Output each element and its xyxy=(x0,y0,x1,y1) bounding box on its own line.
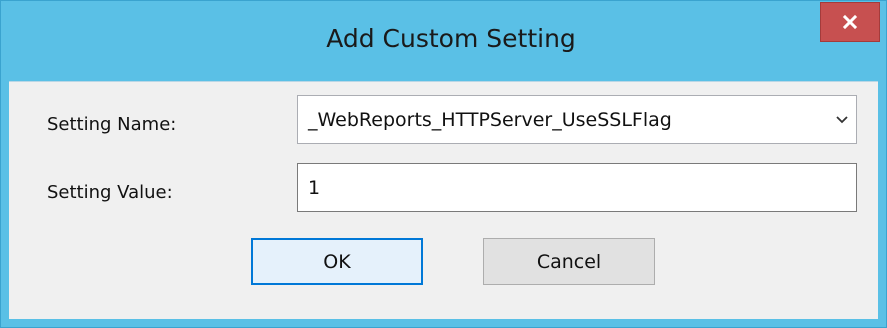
cancel-button[interactable]: Cancel xyxy=(483,238,655,285)
dialog-title: Add Custom Setting xyxy=(326,24,576,53)
ok-button[interactable]: OK xyxy=(251,238,423,285)
dialog-body: Setting Name: _WebReports_HTTPServer_Use… xyxy=(9,81,878,319)
setting-name-label: Setting Name: xyxy=(47,114,177,135)
setting-name-dropdown[interactable]: _WebReports_HTTPServer_UseSSLFlag xyxy=(297,95,857,144)
title-bar[interactable]: Add Custom Setting xyxy=(1,1,886,81)
dialog-window: Add Custom Setting Setting Name: _WebRep… xyxy=(0,0,887,328)
setting-value-input[interactable] xyxy=(297,163,857,212)
close-button[interactable] xyxy=(820,2,880,42)
close-icon xyxy=(842,14,858,30)
setting-value-label: Setting Value: xyxy=(47,182,173,203)
setting-name-selected-value: _WebReports_HTTPServer_UseSSLFlag xyxy=(308,109,672,131)
chevron-down-icon xyxy=(836,116,848,124)
